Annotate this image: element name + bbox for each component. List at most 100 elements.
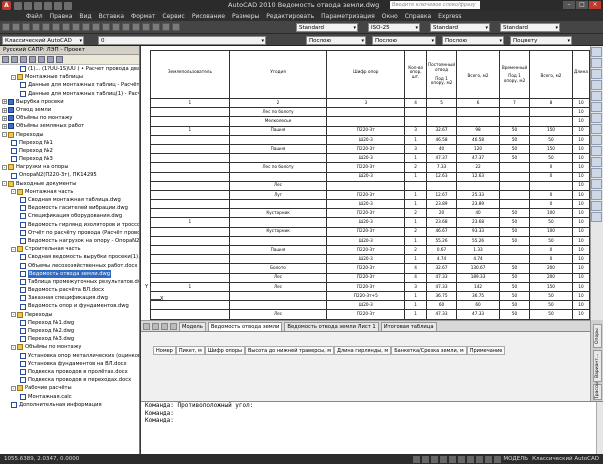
rotate-icon[interactable] xyxy=(591,113,602,123)
refresh-icon[interactable] xyxy=(56,56,63,63)
tree-item[interactable]: Ведомость отвода земли.dwg xyxy=(0,269,139,278)
tree-item[interactable]: Переход №1.dwg xyxy=(0,319,139,327)
tree-item[interactable]: Установка опор металлических (оцинков xyxy=(0,352,139,360)
polar-icon[interactable] xyxy=(440,455,448,463)
command-scrollbar[interactable] xyxy=(596,402,603,454)
tree-item[interactable]: - Строительная часть xyxy=(0,245,139,253)
tree-item[interactable]: - Монтажная часть xyxy=(0,188,139,196)
open-icon[interactable] xyxy=(12,23,20,31)
collapse-icon[interactable]: - xyxy=(2,181,7,187)
tree-item[interactable]: Данные для монтажных таблиц(1) - Расчёт … xyxy=(0,90,139,98)
layout-tab[interactable]: Итоговая таблица xyxy=(380,321,437,331)
tree-item[interactable]: Отчёт по расчёту провода (Расчёт провод xyxy=(0,229,139,237)
ducs-icon[interactable] xyxy=(467,455,475,463)
autocad-logo[interactable]: A xyxy=(2,1,11,10)
copy-object-icon[interactable] xyxy=(591,58,602,68)
menu-item[interactable]: Формат xyxy=(131,13,155,20)
close-icon[interactable]: × xyxy=(589,1,601,9)
offset-icon[interactable] xyxy=(591,80,602,90)
next-tab-icon[interactable] xyxy=(161,322,168,330)
array-icon[interactable] xyxy=(591,91,602,101)
minimize-icon[interactable]: – xyxy=(563,1,575,9)
tree-item[interactable]: - Переходы xyxy=(0,311,139,319)
menu-item[interactable]: Рисование xyxy=(192,13,225,20)
tree-item[interactable]: Дополнительная информация xyxy=(0,401,139,409)
explode-icon[interactable] xyxy=(591,212,602,222)
open-icon[interactable] xyxy=(24,1,32,10)
tree-item[interactable]: Подвеска проводов в пролётах.docx xyxy=(0,368,139,376)
tree-item[interactable]: Монтажная.calc xyxy=(0,393,139,401)
new-project-icon[interactable] xyxy=(2,56,9,63)
tree-item[interactable]: Заказная спецификация.dwg xyxy=(0,294,139,302)
command-prompt[interactable]: Команда: xyxy=(141,417,603,425)
menu-item[interactable]: Параметризация xyxy=(321,13,375,20)
tree-item[interactable]: Ведомость гасителей вибрации.dwg xyxy=(0,204,139,212)
new-icon[interactable] xyxy=(14,1,22,10)
layout-tab[interactable]: Модель xyxy=(179,321,206,331)
ortho-icon[interactable] xyxy=(431,455,439,463)
tree-item[interactable]: Сводная монтажная таблица.dwg xyxy=(0,196,139,204)
collapse-icon[interactable]: - xyxy=(11,189,16,195)
tree-item[interactable]: - Объёмы по монтажу xyxy=(0,343,139,351)
tree-item[interactable]: Переход №3 xyxy=(0,155,139,163)
copy-icon[interactable] xyxy=(62,23,70,31)
extend-icon[interactable] xyxy=(591,157,602,167)
tree-item[interactable]: Спецификация оборудования.dwg xyxy=(0,212,139,220)
pan-icon[interactable] xyxy=(92,23,100,31)
collapse-icon[interactable]: - xyxy=(11,246,16,252)
save-project-icon[interactable] xyxy=(20,56,27,63)
layout-tab[interactable]: Ведомость отвода земли xyxy=(207,321,283,331)
tree-item[interactable]: - Рабочие расчёты xyxy=(0,384,139,392)
menu-item[interactable]: Сервис xyxy=(162,13,184,20)
cut-icon[interactable] xyxy=(52,23,60,31)
markup-icon[interactable] xyxy=(152,23,160,31)
otrack-icon[interactable] xyxy=(458,455,466,463)
tree-item[interactable]: - Нагрузки на опоры xyxy=(0,163,139,171)
tree-item[interactable]: Сводная ведомость вырубки просеки(1).xl xyxy=(0,253,139,261)
expand-icon[interactable]: + xyxy=(2,123,7,129)
column-header[interactable]: Высота до нижней траверсы, м xyxy=(244,346,335,355)
table-style-select[interactable]: Standard xyxy=(430,23,490,32)
chamfer-icon[interactable] xyxy=(591,190,602,200)
first-tab-icon[interactable] xyxy=(143,322,150,330)
tree-item[interactable]: + Объёмы по монтажу xyxy=(0,114,139,122)
tree-item[interactable]: - Переходы xyxy=(0,131,139,139)
menu-item[interactable]: Express xyxy=(438,13,461,20)
tree-item[interactable]: Ведомость нагрузок на опору - ОпораN2( xyxy=(0,237,139,245)
preview-icon[interactable] xyxy=(42,23,50,31)
tree-item[interactable]: Ведомость расчёта ВЛ.docx xyxy=(0,286,139,294)
expand-icon[interactable]: + xyxy=(2,115,7,121)
menu-item[interactable]: Правка xyxy=(50,13,73,20)
erase-icon[interactable] xyxy=(591,47,602,57)
drawing-area[interactable]: Землепользователь Угодия Шифр опор Кол-во о… xyxy=(141,46,590,320)
quick-properties-icon[interactable] xyxy=(494,455,502,463)
trim-icon[interactable] xyxy=(591,146,602,156)
match-properties-icon[interactable] xyxy=(82,23,90,31)
menu-item[interactable]: Редактировать xyxy=(266,13,314,20)
plot-icon[interactable] xyxy=(64,1,72,10)
tree-item[interactable]: Установка фундаментов на ВЛ.docx xyxy=(0,360,139,368)
prev-tab-icon[interactable] xyxy=(152,322,159,330)
tree-item[interactable]: Ведомость опор и фундаментов.dwg xyxy=(0,302,139,310)
lineweight-select[interactable]: Послою xyxy=(442,36,504,45)
open-project-icon[interactable] xyxy=(11,56,18,63)
properties-icon[interactable] xyxy=(112,23,120,31)
tree-item[interactable]: Переход №3.dwg xyxy=(0,335,139,343)
sheet-set-icon[interactable] xyxy=(142,23,150,31)
undo-icon[interactable] xyxy=(44,1,52,10)
add-icon[interactable] xyxy=(29,56,36,63)
save-icon[interactable] xyxy=(22,23,30,31)
lineweight-icon[interactable] xyxy=(485,455,493,463)
snap-icon[interactable] xyxy=(413,455,421,463)
break-icon[interactable] xyxy=(591,168,602,178)
tab-variant[interactable]: Вариант... xyxy=(593,350,602,382)
tree-item[interactable]: - Выходные документы xyxy=(0,180,139,188)
linetype-select[interactable]: Послою xyxy=(372,36,436,45)
tree-item[interactable]: Переход №2 xyxy=(0,147,139,155)
last-tab-icon[interactable] xyxy=(170,322,177,330)
dim-style-select[interactable]: ISO-25 xyxy=(368,23,420,32)
collapse-icon[interactable]: - xyxy=(2,164,7,170)
expand-icon[interactable]: + xyxy=(2,107,7,113)
osnap-icon[interactable] xyxy=(449,455,457,463)
column-header[interactable]: Шифр опоры xyxy=(204,346,245,355)
